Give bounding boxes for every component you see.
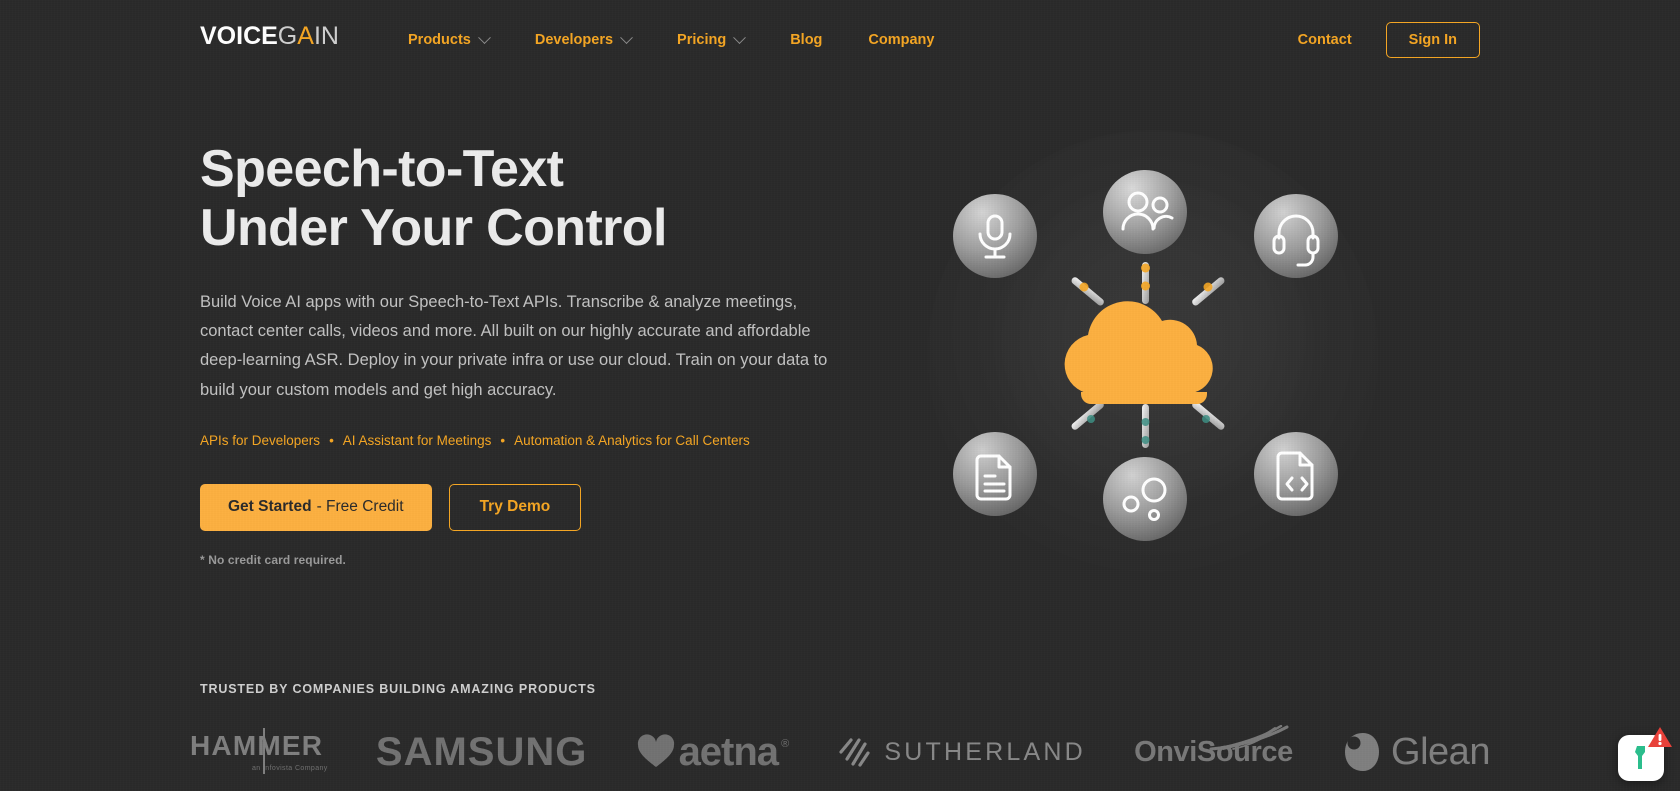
aetna-logo-text: aetna	[678, 730, 779, 774]
hero-content: Speech-to-Text Under Your Control Build …	[200, 140, 860, 567]
nav-item-products[interactable]: Products	[408, 26, 491, 54]
chevron-down-icon	[620, 30, 633, 44]
chevron-down-icon	[477, 30, 491, 44]
client-logo-aetna: aetna ®	[636, 722, 790, 782]
hero-links: APIs for Developers • AI Assistant for M…	[200, 433, 860, 448]
try-demo-button[interactable]: Try Demo	[448, 483, 582, 531]
header-actions: Contact Sign In	[1298, 22, 1480, 58]
node-badge-microphone	[953, 194, 1037, 278]
connector-arrow-microphone	[1071, 277, 1104, 306]
link-separator: •	[500, 432, 506, 448]
contact-link[interactable]: Contact	[1298, 32, 1352, 48]
node-badge-headset	[1254, 194, 1338, 278]
nav-item-developers[interactable]: Developers	[534, 26, 633, 54]
client-logos-row: HAMMER an Infovista Company SAMSUNG aetn…	[190, 720, 1490, 784]
nav-label-blog: Blog	[790, 32, 823, 48]
link-automation-analytics-call-centers[interactable]: Automation & Analytics for Call Centers	[514, 433, 750, 448]
client-logo-sutherland: SUTHERLAND	[837, 722, 1085, 782]
connector-arrow-code	[1192, 401, 1225, 430]
heart-icon	[637, 734, 674, 767]
chevron-down-icon	[733, 30, 747, 44]
sign-in-button[interactable]: Sign In	[1385, 22, 1480, 58]
nav-label-company: Company	[868, 32, 935, 48]
logo-letter-g: G	[277, 22, 298, 50]
client-logo-glean: Glean	[1341, 722, 1490, 782]
glean-logo-text: Glean	[1391, 731, 1490, 773]
link-separator: •	[329, 432, 334, 448]
nav-item-company[interactable]: Company	[868, 26, 934, 54]
logo-text-gain: GAIN	[278, 24, 339, 49]
get-started-button[interactable]: Get Started - Free Credit	[200, 483, 432, 531]
nav-label-developers: Developers	[534, 32, 614, 48]
trusted-by-label: TRUSTED BY COMPANIES BUILDING AMAZING PR…	[200, 682, 596, 696]
link-apis-for-developers[interactable]: APIs for Developers	[200, 433, 320, 448]
hero-description: Build Voice AI apps with our Speech-to-T…	[200, 292, 828, 399]
logo-letter-a: A	[297, 22, 314, 50]
samsung-logo-text: SAMSUNG	[375, 730, 588, 774]
glean-mark-icon	[1345, 733, 1380, 771]
get-started-sublabel: - Free Credit	[316, 498, 404, 516]
hammer-logo-mark	[263, 728, 265, 774]
connector-arrow-people	[1141, 262, 1150, 304]
hero-cta-row: Get Started - Free Credit Try Demo	[200, 483, 860, 531]
no-credit-card-note: * No credit card required.	[200, 552, 346, 567]
connector-arrow-headset	[1192, 277, 1225, 306]
node-badge-people	[1103, 170, 1187, 254]
nav-item-blog[interactable]: Blog	[790, 26, 822, 54]
nav-label-pricing: Pricing	[677, 32, 727, 48]
connector-arrow-nodes	[1141, 404, 1150, 448]
nav-label-products: Products	[408, 32, 471, 48]
warning-triangle-icon	[1648, 727, 1672, 747]
headline-line-2: Under Your Control	[200, 198, 667, 257]
headline-line-1: Speech-to-Text	[200, 140, 564, 198]
client-logo-samsung: SAMSUNG	[376, 722, 587, 782]
node-badge-nodes	[1103, 457, 1187, 541]
get-started-label: Get Started	[228, 498, 312, 516]
hero-illustration	[928, 130, 1378, 580]
sutherland-logo-text: SUTHERLAND	[884, 737, 1086, 766]
hammer-logo-text: HAMMER	[190, 730, 324, 761]
aetna-registered-mark: ®	[781, 738, 790, 750]
page-title: Speech-to-Text Under Your Control	[200, 140, 860, 258]
cloud-icon	[1064, 301, 1213, 404]
onvisource-swoosh-icon	[1209, 724, 1289, 750]
chat-widget-button[interactable]	[1618, 727, 1672, 781]
site-header: VOICE GAIN Products Developers Pricing Bl…	[0, 0, 1680, 76]
sutherland-mark-icon	[839, 738, 870, 767]
logo-letter-i: I	[313, 22, 321, 50]
logo-letter-n: N	[320, 22, 339, 50]
node-badge-document	[953, 432, 1037, 516]
link-ai-assistant-for-meetings[interactable]: AI Assistant for Meetings	[343, 433, 492, 448]
connector-arrow-document	[1071, 401, 1104, 430]
node-badge-code	[1254, 432, 1338, 516]
voicegain-logo[interactable]: VOICE GAIN	[200, 24, 339, 50]
primary-nav: Products Developers Pricing Blog Company	[408, 26, 980, 54]
client-logo-hammer: HAMMER an Infovista Company	[190, 722, 328, 782]
nav-item-pricing[interactable]: Pricing	[677, 26, 747, 54]
client-logo-onvisource: OnviSource	[1134, 722, 1293, 782]
cloud-network-diagram	[953, 170, 1338, 541]
logo-text-voice: VOICE	[200, 22, 278, 50]
